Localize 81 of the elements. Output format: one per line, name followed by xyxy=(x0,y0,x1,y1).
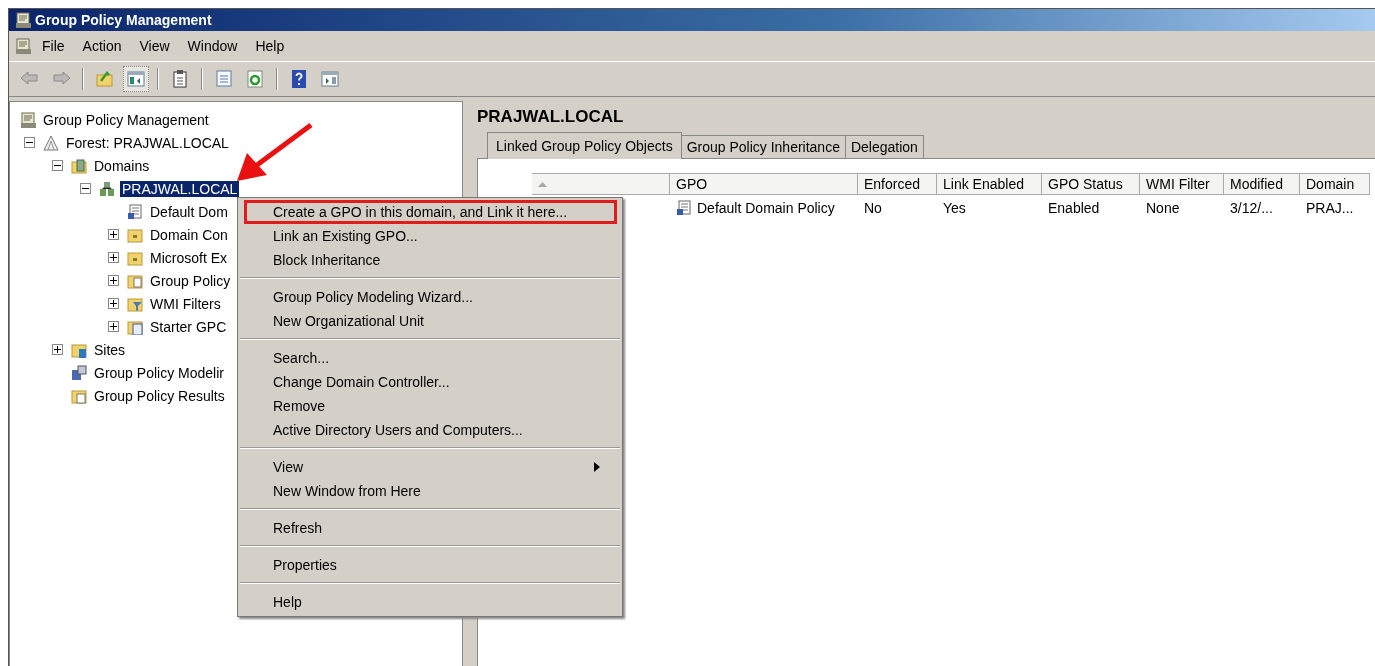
column-header[interactable]: WMI Filter xyxy=(1140,173,1224,195)
tree-item[interactable]: Starter GPC xyxy=(148,318,229,335)
menu-item[interactable]: Link an Existing GPO... xyxy=(244,224,617,248)
tab[interactable]: Delegation xyxy=(844,135,924,158)
tree-item[interactable]: Sites xyxy=(92,341,128,358)
column-header[interactable]: Enforced xyxy=(858,173,937,195)
domain-icon xyxy=(99,180,115,197)
tree-item[interactable]: Domains xyxy=(92,157,152,174)
tree-item[interactable]: Group Policy xyxy=(148,272,233,289)
modeling-icon xyxy=(71,364,87,381)
refresh-icon[interactable] xyxy=(245,69,265,89)
starter-folder-icon xyxy=(127,318,143,335)
table-cell: Default Domain Policy xyxy=(697,200,835,216)
menu-item[interactable]: Help xyxy=(244,590,617,614)
tree-item[interactable]: PRAJWAL.LOCAL xyxy=(120,180,240,197)
tree-item[interactable]: Group Policy Modelir xyxy=(92,364,226,381)
expander-icon[interactable] xyxy=(52,344,63,355)
expander-icon[interactable] xyxy=(108,229,119,240)
tree-item[interactable]: Group Policy Management xyxy=(41,111,211,128)
action-pane-icon[interactable] xyxy=(320,69,340,89)
column-header[interactable]: Domain xyxy=(1300,173,1370,195)
console-icon xyxy=(15,12,31,28)
tree-pane-icon[interactable] xyxy=(126,69,146,89)
menu-item[interactable]: File xyxy=(35,38,72,54)
menu-item[interactable]: Group Policy Modeling Wizard... xyxy=(244,285,617,309)
expander-icon[interactable] xyxy=(24,137,35,148)
column-header[interactable]: Modified xyxy=(1224,173,1300,195)
folder-icon xyxy=(127,249,143,266)
menu-item[interactable]: Window xyxy=(180,38,245,54)
menu-item[interactable]: Refresh xyxy=(244,516,617,540)
table-cell: No xyxy=(864,200,882,216)
console-icon xyxy=(20,111,36,128)
menu-item[interactable]: Create a GPO in this domain, and Link it here... xyxy=(244,200,617,224)
column-header[interactable]: GPO xyxy=(670,173,858,195)
menu-item[interactable]: View xyxy=(244,455,617,479)
column-header[interactable]: Link Enabled xyxy=(937,173,1042,195)
sites-folder-icon xyxy=(71,341,87,358)
expander-icon[interactable] xyxy=(108,252,119,263)
folder-icon xyxy=(127,226,143,243)
policy-document-icon xyxy=(676,200,692,216)
expander-icon[interactable] xyxy=(108,298,119,309)
domains-folder-icon xyxy=(71,157,87,174)
expander-icon[interactable] xyxy=(108,321,119,332)
menu-item[interactable]: Action xyxy=(75,38,129,54)
console-icon xyxy=(15,38,31,54)
clipboard-icon[interactable] xyxy=(170,69,190,89)
table-cell: Enabled xyxy=(1048,200,1100,216)
tree-item[interactable]: Group Policy Results xyxy=(92,387,227,404)
table-cell: PRAJ... xyxy=(1306,200,1354,216)
expander-icon[interactable] xyxy=(108,275,119,286)
menu-item[interactable]: Change Domain Controller... xyxy=(244,370,617,394)
tree-item[interactable]: WMI Filters xyxy=(148,295,223,312)
window-title: Group Policy Management xyxy=(35,12,212,28)
column-header[interactable]: GPO Status xyxy=(1042,173,1140,195)
forest-icon xyxy=(43,134,59,151)
policy-document-icon xyxy=(127,203,143,220)
menu-item[interactable]: Block Inheritance xyxy=(244,248,617,272)
tab[interactable]: Linked Group Policy Objects xyxy=(487,132,682,159)
table-cell: 3/12/... xyxy=(1230,200,1273,216)
tree-item[interactable]: Domain Con xyxy=(148,226,230,243)
domain-heading: PRAJWAL.LOCAL xyxy=(477,107,625,128)
help-icon[interactable] xyxy=(289,69,309,89)
policy-folder-icon xyxy=(127,272,143,289)
menu-item[interactable]: Help xyxy=(248,38,292,54)
menu-item[interactable]: New Window from Here xyxy=(244,479,617,503)
table-cell: Yes xyxy=(943,200,966,216)
table-cell: None xyxy=(1146,200,1180,216)
expander-icon[interactable] xyxy=(80,183,91,194)
menu-item[interactable]: Search... xyxy=(244,346,617,370)
results-folder-icon xyxy=(71,387,87,404)
tree-item[interactable]: Default Dom xyxy=(148,203,230,220)
menu-item[interactable]: View xyxy=(132,38,177,54)
filter-folder-icon xyxy=(127,295,143,312)
tab[interactable]: Group Policy Inheritance xyxy=(680,135,846,158)
tree-item[interactable]: Forest: PRAJWAL.LOCAL xyxy=(64,134,231,151)
menu-item[interactable]: Properties xyxy=(244,553,617,577)
menu-item[interactable]: Remove xyxy=(244,394,617,418)
menu-item[interactable]: Active Directory Users and Computers... xyxy=(244,418,617,442)
menu-item[interactable]: New Organizational Unit xyxy=(244,309,617,333)
tree-item[interactable]: Microsoft Ex xyxy=(148,249,229,266)
expander-icon[interactable] xyxy=(52,160,63,171)
